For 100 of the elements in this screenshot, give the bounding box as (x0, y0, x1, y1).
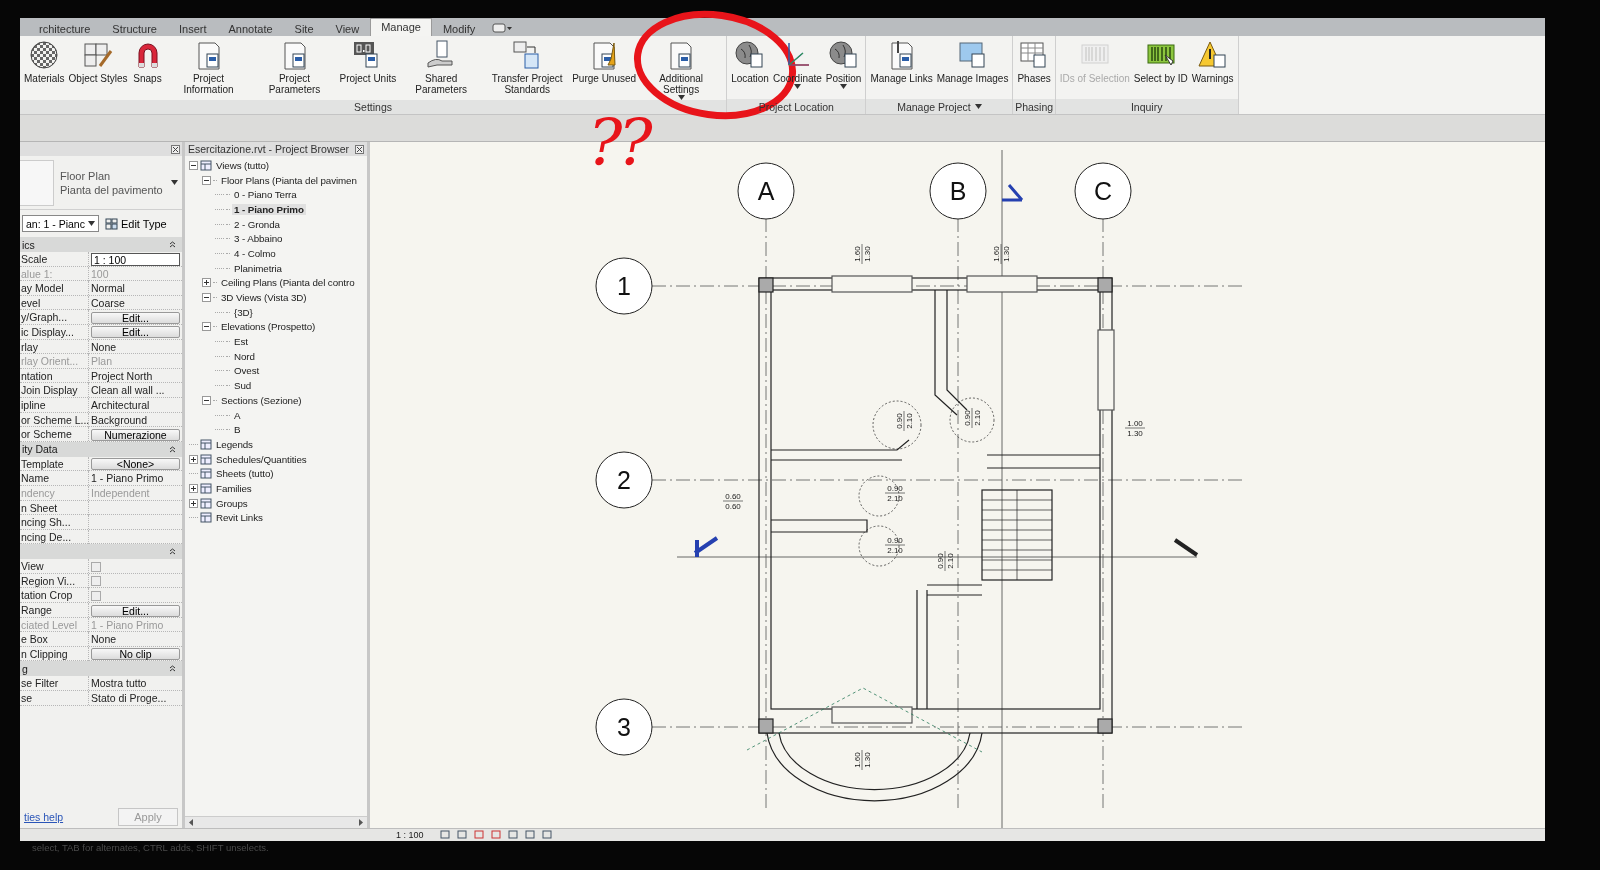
view-control-icon[interactable] (491, 830, 502, 840)
close-icon[interactable] (355, 144, 364, 154)
tree-item[interactable]: Ovest (232, 365, 262, 377)
tree-item[interactable]: 2 - Gronda (232, 218, 282, 230)
grid-bubble[interactable]: 2 (595, 451, 653, 509)
grid-bubble[interactable]: A (737, 162, 795, 220)
collapse-icon[interactable] (169, 241, 176, 248)
tree-item[interactable]: 4 - Colmo (232, 247, 278, 259)
expand-toggle[interactable] (189, 498, 198, 508)
help-link[interactable]: ties help (24, 811, 64, 823)
tree-item[interactable]: Ceiling Plans (Pianta del contro (219, 277, 357, 289)
ribbon-button[interactable]: Position (823, 38, 864, 99)
ribbon-button[interactable]: Shared Parameters (398, 38, 485, 100)
section-marker[interactable] (693, 536, 719, 559)
property-input[interactable]: 1 : 100 (91, 253, 180, 266)
tree-item[interactable]: Sud (232, 380, 254, 392)
tree-item[interactable]: Legends (214, 438, 255, 450)
grid-bubble[interactable]: C (1074, 162, 1132, 220)
collapse-icon[interactable] (169, 445, 176, 453)
collapse-toggle[interactable] (202, 175, 211, 185)
view-scale[interactable]: 1 : 100 (390, 830, 434, 840)
section-header[interactable]: ics (20, 237, 182, 252)
ribbon-button[interactable]: Manage Links (868, 38, 935, 99)
tree-item[interactable]: 1 - Piano Primo (232, 203, 306, 215)
property-button[interactable]: Edit... (91, 326, 180, 339)
expand-toggle[interactable] (189, 454, 198, 464)
ribbon-button[interactable]: Project Information (165, 38, 252, 100)
view-control-icon[interactable] (440, 830, 451, 840)
ribbon-button[interactable]: Purge Unused (570, 38, 639, 100)
ribbon-button[interactable]: Transfer Project Standards (484, 38, 571, 100)
property-button[interactable]: Edit... (91, 311, 180, 324)
tree-item[interactable]: B (232, 424, 243, 436)
tree-item[interactable]: Sections (Sezione) (219, 394, 304, 406)
collapse-toggle[interactable] (202, 322, 211, 332)
view-control-icon[interactable] (474, 830, 485, 840)
ribbon-button[interactable]: Project Units (337, 38, 399, 100)
scroll-right-icon[interactable] (358, 819, 363, 826)
view-control-icon[interactable] (457, 830, 468, 840)
ribbon-tab[interactable]: Insert (168, 20, 218, 36)
checkbox[interactable] (91, 590, 101, 601)
ribbon-button[interactable]: Snaps (129, 38, 166, 100)
property-button[interactable]: <None> (91, 458, 180, 471)
tree-item[interactable]: {3D} (232, 306, 255, 318)
view-control-icon[interactable] (542, 830, 553, 840)
ribbon-tab[interactable]: Manage (370, 18, 432, 36)
tree-item[interactable]: Revit Links (214, 512, 265, 524)
collapse-icon[interactable] (169, 548, 176, 556)
ribbon-button[interactable]: Materials (22, 38, 67, 100)
grid-bubble[interactable]: 3 (595, 698, 653, 756)
tree-item[interactable]: Sheets (tutto) (214, 468, 276, 480)
expand-toggle[interactable] (202, 278, 211, 288)
view-control-icon[interactable] (508, 830, 519, 840)
ribbon-options-icon[interactable] (492, 22, 515, 34)
scrollbar[interactable] (185, 816, 367, 828)
property-button[interactable]: Edit... (91, 604, 180, 617)
tree-item[interactable]: Groups (214, 497, 250, 509)
section-header[interactable]: ity Data (20, 441, 182, 457)
tree-item[interactable]: Families (214, 482, 254, 494)
ribbon-button[interactable]: Phases (1015, 38, 1053, 99)
checkbox[interactable] (91, 561, 101, 572)
scroll-left-icon[interactable] (189, 819, 194, 826)
collapse-toggle[interactable] (189, 160, 198, 170)
ribbon-button[interactable]: Additional Settings (638, 38, 725, 100)
collapse-toggle[interactable] (202, 293, 211, 303)
ribbon-tab[interactable]: View (324, 20, 371, 36)
section-marker[interactable] (1000, 183, 1024, 202)
ribbon-button[interactable]: Warnings (1189, 38, 1236, 99)
tree-item[interactable]: 3 - Abbaino (232, 233, 285, 245)
tree-item[interactable]: 3D Views (Vista 3D) (219, 292, 309, 304)
ribbon-tab[interactable]: Annotate (217, 20, 284, 36)
section-marker[interactable] (1173, 538, 1199, 557)
tree-item[interactable]: Schedules/Quantities (214, 453, 309, 465)
ribbon-button[interactable]: Object Styles (66, 38, 130, 100)
view-control-icon[interactable] (525, 830, 536, 840)
ribbon-button[interactable]: Manage Images (934, 38, 1011, 99)
ribbon-tab[interactable]: Modify (431, 20, 487, 36)
ribbon-tab[interactable]: rchitecture (28, 20, 102, 36)
ribbon-button[interactable]: Project Parameters (251, 38, 338, 100)
checkbox[interactable] (91, 576, 101, 587)
tree-item[interactable]: Elevations (Prospetto) (219, 321, 318, 333)
collapse-icon[interactable] (169, 665, 176, 673)
grid-bubble[interactable]: B (929, 162, 987, 220)
tree-item[interactable]: Planimetria (232, 262, 284, 274)
tree-item[interactable]: Est (232, 336, 250, 348)
section-header[interactable]: g (20, 661, 182, 677)
tree-item[interactable]: Nord (232, 350, 257, 362)
tree-item[interactable]: Views (tutto) (214, 159, 271, 171)
tree-item[interactable]: 0 - Piano Terra (232, 189, 299, 201)
edit-type-button[interactable]: Edit Type (104, 217, 167, 230)
tree-item[interactable]: Floor Plans (Pianta del pavimen (219, 174, 359, 186)
ribbon-button[interactable]: Select by ID (1131, 38, 1190, 99)
collapse-toggle[interactable] (202, 395, 211, 405)
expand-toggle[interactable] (189, 483, 198, 493)
property-button[interactable]: Numerazione (91, 428, 180, 441)
grid-bubble[interactable]: 1 (595, 257, 653, 315)
close-icon[interactable] (171, 144, 180, 154)
instance-dropdown[interactable]: an: 1 - Pianc (22, 215, 99, 232)
tree-item[interactable]: A (232, 409, 243, 421)
ribbon-button[interactable]: Location (729, 38, 771, 99)
ribbon-tab[interactable]: Site (283, 20, 325, 36)
